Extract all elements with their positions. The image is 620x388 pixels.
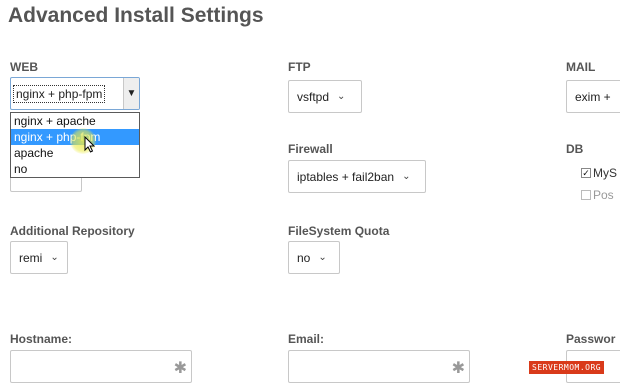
ftp-select[interactable]: vsftpd ⌄ <box>288 80 362 113</box>
checkbox-checked[interactable]: ✓ <box>581 168 591 178</box>
hostname-field[interactable]: ✱ <box>10 350 192 383</box>
ftp-select-value: vsftpd <box>297 89 330 104</box>
asterisk-icon: ✱ <box>451 360 465 377</box>
repo-select-value: remi <box>19 250 43 265</box>
db-option-mysql[interactable]: ✓ MyS <box>581 166 617 180</box>
web-select-value: nginx + php-fpm <box>13 84 106 103</box>
quota-label: FileSystem Quota <box>288 224 390 238</box>
db-option-postgres[interactable]: Pos <box>581 188 614 202</box>
chevron-down-icon: ⌄ <box>337 91 346 102</box>
hostname-label: Hostname: <box>10 332 73 346</box>
chevron-down-icon: ⌄ <box>402 171 411 182</box>
asterisk-icon: ✱ <box>173 360 187 377</box>
firewall-label: Firewall <box>288 142 333 156</box>
quota-select[interactable]: no ⌄ <box>288 241 340 274</box>
mail-select[interactable]: exim + <box>566 80 620 113</box>
email-label: Email: <box>288 332 325 346</box>
db-label: DB <box>566 142 584 156</box>
mouse-pointer-icon <box>84 136 95 153</box>
db-option-label: Pos <box>593 188 614 202</box>
web-option-no[interactable]: no <box>11 161 139 177</box>
page-title: Advanced Install Settings <box>8 4 264 27</box>
checkbox-unchecked[interactable] <box>581 190 591 200</box>
chevron-down-icon: ⌄ <box>50 252 59 263</box>
ftp-label: FTP <box>288 60 311 74</box>
firewall-select[interactable]: iptables + fail2ban ⌄ <box>288 160 426 193</box>
quota-select-value: no <box>297 250 311 265</box>
db-option-label: MyS <box>593 166 617 180</box>
mail-select-value: exim + <box>575 89 611 104</box>
firewall-select-value: iptables + fail2ban <box>297 169 395 184</box>
web-option-nginx-apache[interactable]: nginx + apache <box>11 113 139 129</box>
email-field[interactable]: ✱ <box>288 350 470 383</box>
web-select[interactable]: nginx + php-fpm ▼ <box>10 77 140 110</box>
password-label: Passwor <box>566 332 616 346</box>
watermark-badge: SERVERMOM.ORG <box>529 361 605 374</box>
web-label: WEB <box>10 60 38 74</box>
mail-label: MAIL <box>566 60 596 74</box>
repo-label: Additional Repository <box>10 224 135 238</box>
chevron-down-icon: ⌄ <box>318 252 327 263</box>
repo-select[interactable]: remi ⌄ <box>10 241 68 274</box>
chevron-down-icon: ▼ <box>123 78 139 109</box>
